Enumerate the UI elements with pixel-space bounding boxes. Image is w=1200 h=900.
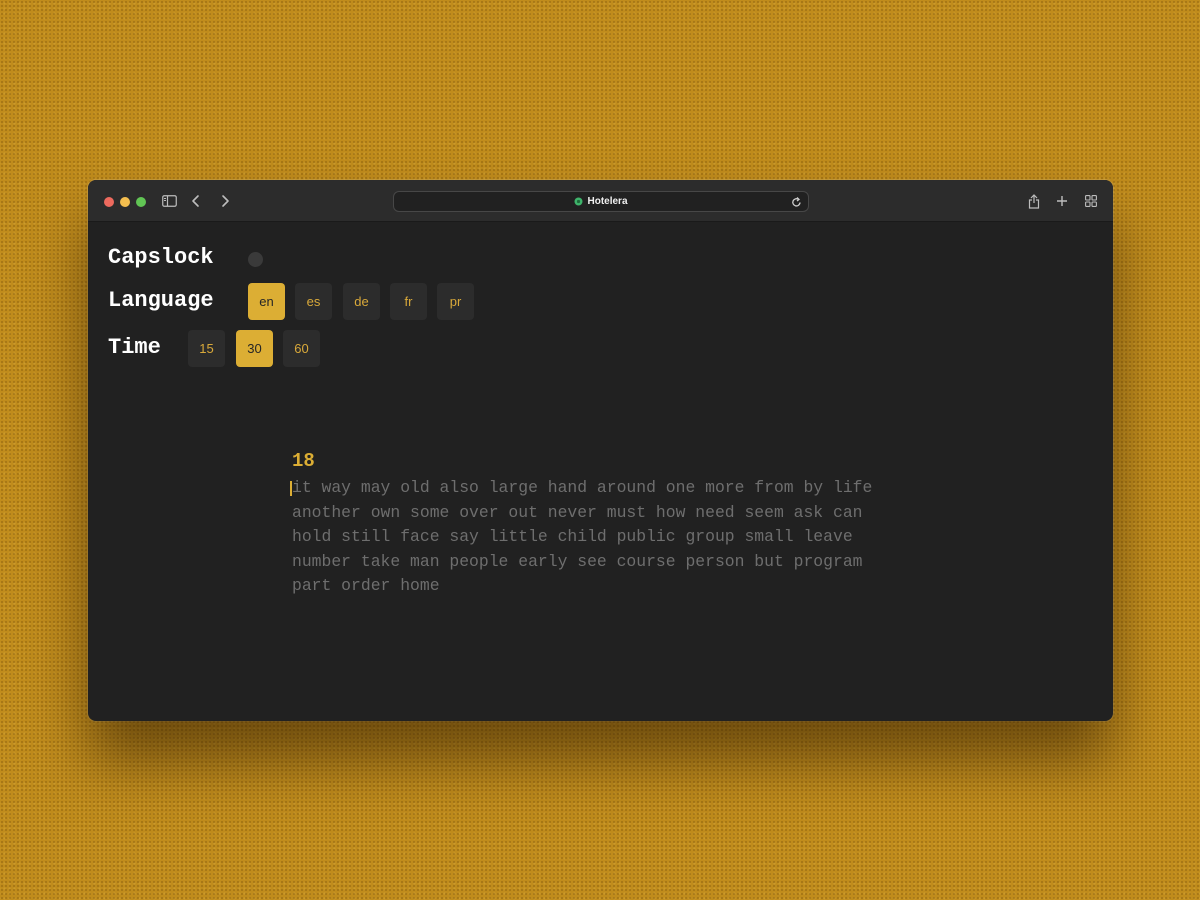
word-line: hold still face say little child public … bbox=[292, 527, 853, 546]
address-bar[interactable]: Hotelera bbox=[393, 191, 809, 212]
browser-window: Hotelera Capslock Language en es de fr p… bbox=[88, 180, 1113, 721]
reload-icon[interactable] bbox=[790, 195, 802, 208]
word-line: another own some over out never must how… bbox=[292, 502, 863, 522]
maximize-window-button[interactable] bbox=[136, 197, 146, 207]
site-icon bbox=[574, 197, 583, 206]
share-icon[interactable] bbox=[1027, 193, 1041, 209]
typing-test-page: Capslock Language en es de fr pr Time 15… bbox=[88, 222, 1113, 721]
forward-icon[interactable] bbox=[217, 192, 233, 210]
time-option-30[interactable]: 30 bbox=[236, 330, 273, 367]
tab-overview-icon[interactable] bbox=[1084, 194, 1097, 208]
time-label: Time bbox=[108, 335, 161, 360]
countdown-timer: 18 bbox=[292, 450, 315, 472]
time-option-60[interactable]: 60 bbox=[283, 330, 320, 367]
address-title: Hotelera bbox=[587, 196, 628, 207]
word-list[interactable]: it way may old also large hand around on… bbox=[292, 476, 892, 599]
language-option-es[interactable]: es bbox=[295, 283, 332, 320]
language-option-fr[interactable]: fr bbox=[390, 283, 427, 320]
word-line: part order home bbox=[292, 576, 440, 595]
language-label: Language bbox=[108, 288, 214, 313]
back-icon[interactable] bbox=[188, 192, 204, 210]
close-window-button[interactable] bbox=[104, 197, 114, 207]
word-line: number take man people early see course … bbox=[292, 551, 863, 571]
language-option-pr[interactable]: pr bbox=[437, 283, 474, 320]
capslock-indicator bbox=[248, 252, 263, 267]
language-option-en[interactable]: en bbox=[248, 283, 285, 320]
capslock-label: Capslock bbox=[108, 245, 214, 270]
new-tab-icon[interactable] bbox=[1055, 193, 1069, 209]
sidebar-icon[interactable] bbox=[161, 194, 177, 208]
word-line: it way may old also large hand around on… bbox=[292, 478, 873, 497]
language-option-de[interactable]: de bbox=[343, 283, 380, 320]
minimize-window-button[interactable] bbox=[120, 197, 130, 207]
title-bar: Hotelera bbox=[88, 180, 1113, 222]
time-option-15[interactable]: 15 bbox=[188, 330, 225, 367]
